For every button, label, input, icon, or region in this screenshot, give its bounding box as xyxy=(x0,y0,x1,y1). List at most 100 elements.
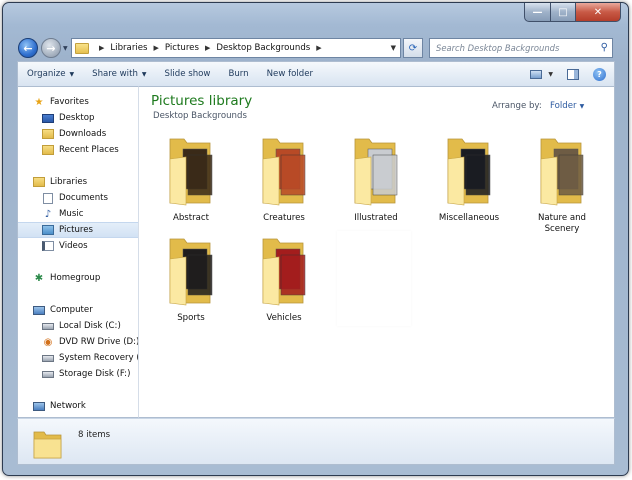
content-pane: Pictures library Desktop Backgrounds Arr… xyxy=(139,86,615,418)
homegroup-icon: ✱ xyxy=(34,272,44,284)
nav-favorites[interactable]: ★ Favorites xyxy=(18,94,138,110)
refresh-button[interactable]: ⟳ xyxy=(403,38,423,58)
chevron-right-icon[interactable]: ▶ xyxy=(205,44,210,52)
nav-storage-disk[interactable]: Storage Disk (F:) xyxy=(18,366,138,382)
breadcrumb-pictures[interactable]: Pictures xyxy=(165,43,199,53)
folder-thumbnail-icon xyxy=(540,138,584,206)
nav-label: Documents xyxy=(59,193,108,203)
folder-label: Vehicles xyxy=(266,313,302,323)
nav-label: Libraries xyxy=(50,177,88,187)
star-icon: ★ xyxy=(34,96,44,108)
arrange-by-dropdown[interactable]: Folder ▼ xyxy=(550,101,584,111)
folder-item[interactable]: Vehicles xyxy=(244,235,324,324)
nav-pictures[interactable]: Pictures xyxy=(18,222,138,238)
folder-label: Sports xyxy=(177,313,205,323)
folder-item[interactable]: Illustrated xyxy=(336,135,416,224)
nav-music[interactable]: ♪ Music xyxy=(18,206,138,222)
breadcrumb-desktop-backgrounds[interactable]: Desktop Backgrounds xyxy=(216,43,310,53)
nav-videos[interactable]: Videos xyxy=(18,238,138,254)
address-bar[interactable]: ▶ Libraries ▶ Pictures ▶ Desktop Backgro… xyxy=(71,38,401,58)
chevron-right-icon[interactable]: ▶ xyxy=(154,44,159,52)
close-button[interactable]: ✕ xyxy=(576,3,621,22)
folder-item[interactable]: Creatures xyxy=(244,135,324,224)
documents-icon xyxy=(42,192,54,204)
videos-icon xyxy=(42,240,54,252)
burn-button[interactable]: Burn xyxy=(219,62,257,86)
nav-desktop[interactable]: Desktop xyxy=(18,110,138,126)
nav-network[interactable]: Network xyxy=(18,398,138,414)
chevron-right-icon[interactable]: ▶ xyxy=(316,44,321,52)
folder-item[interactable]: Nature and Scenery xyxy=(522,135,602,235)
share-with-button[interactable]: Share with ▼ xyxy=(83,62,155,86)
dvd-drive-icon: ◉ xyxy=(43,336,53,348)
nav-label: Desktop xyxy=(59,113,95,123)
nav-label: Computer xyxy=(50,305,93,315)
nav-local-disk[interactable]: Local Disk (C:) xyxy=(18,318,138,334)
folder-thumbnail-icon xyxy=(262,138,306,206)
nav-label: Videos xyxy=(59,241,88,251)
navigation-pane: ★ Favorites Desktop Downloads Recent Plac… xyxy=(17,86,139,418)
search-input[interactable]: Search Desktop Backgrounds ⚲ xyxy=(429,38,613,58)
nav-recent-places[interactable]: Recent Places xyxy=(18,142,138,158)
hard-disk-icon xyxy=(42,352,54,364)
details-pane: 8 items xyxy=(17,418,615,465)
folder-item[interactable]: Abstract xyxy=(151,135,231,224)
breadcrumb-libraries[interactable]: Libraries xyxy=(110,43,147,53)
folder-thumbnail-icon xyxy=(354,138,398,206)
nav-system-recovery[interactable]: System Recovery (E: xyxy=(18,350,138,366)
nav-label: Homegroup xyxy=(50,273,101,283)
pictures-icon xyxy=(42,224,54,236)
folder-thumbnail-icon xyxy=(447,138,491,206)
share-with-label: Share with xyxy=(92,69,138,79)
nav-libraries[interactable]: Libraries xyxy=(18,174,138,190)
arrange-by-value: Folder xyxy=(550,101,577,111)
preview-pane-button[interactable] xyxy=(567,68,579,80)
nav-documents[interactable]: Documents xyxy=(18,190,138,206)
search-icon[interactable]: ⚲ xyxy=(601,42,608,53)
view-icon xyxy=(530,69,543,79)
back-button[interactable]: ← xyxy=(18,38,38,58)
nav-downloads[interactable]: Downloads xyxy=(18,126,138,142)
recent-places-icon xyxy=(42,144,54,156)
folder-icon xyxy=(33,431,62,459)
organize-button[interactable]: Organize ▼ xyxy=(18,62,83,86)
change-view-button[interactable]: ▼ xyxy=(530,69,553,79)
folder-item[interactable]: Sports xyxy=(151,235,231,324)
recent-pages-chevron-icon[interactable]: ▼ xyxy=(63,45,68,52)
folder-label: Creatures xyxy=(263,213,305,223)
minimize-button[interactable]: — xyxy=(524,3,551,22)
chevron-down-icon: ▼ xyxy=(579,103,585,110)
nav-dvd-drive[interactable]: ◉ DVD RW Drive (D:) A xyxy=(18,334,138,350)
arrange-by-label: Arrange by: xyxy=(492,101,542,111)
desktop-icon xyxy=(42,112,54,124)
chevron-down-icon: ▼ xyxy=(141,70,147,78)
network-icon xyxy=(33,400,45,412)
nav-label: Favorites xyxy=(50,97,89,107)
nav-label: Local Disk (C:) xyxy=(59,321,121,331)
nav-label: Pictures xyxy=(59,225,94,235)
nav-homegroup[interactable]: ✱ Homegroup xyxy=(18,270,138,286)
downloads-folder-icon xyxy=(42,128,54,140)
nav-label: System Recovery (E: xyxy=(59,353,138,363)
help-button[interactable]: ? xyxy=(593,67,606,81)
library-subtitle: Desktop Backgrounds xyxy=(153,111,247,121)
folder-label: Abstract xyxy=(172,213,210,223)
maximize-button[interactable]: □ xyxy=(551,3,576,22)
new-folder-button[interactable]: New folder xyxy=(258,62,322,86)
slide-show-button[interactable]: Slide show xyxy=(156,62,220,86)
chevron-right-icon[interactable]: ▶ xyxy=(99,44,104,52)
forward-button[interactable]: → xyxy=(41,38,61,58)
chevron-down-icon: ▼ xyxy=(69,70,75,78)
folder-thumbnail-icon xyxy=(262,238,306,306)
address-dropdown-icon[interactable]: ▼ xyxy=(391,44,396,52)
folder-item[interactable]: Miscellaneous xyxy=(429,135,509,224)
folder-label: Miscellaneous xyxy=(438,213,500,223)
folder-thumbnail-icon xyxy=(169,138,213,206)
hard-disk-icon xyxy=(42,368,54,380)
nav-computer[interactable]: Computer xyxy=(18,302,138,318)
explorer-window: — □ ✕ ← → ▼ ▶ Libraries ▶ Pictures ▶ Des… xyxy=(2,2,629,476)
computer-icon xyxy=(33,304,45,316)
command-bar: Organize ▼ Share with ▼ Slide show Burn Ne… xyxy=(17,61,615,86)
folder-label: Nature and Scenery xyxy=(537,213,587,234)
folder-icon xyxy=(75,42,89,54)
